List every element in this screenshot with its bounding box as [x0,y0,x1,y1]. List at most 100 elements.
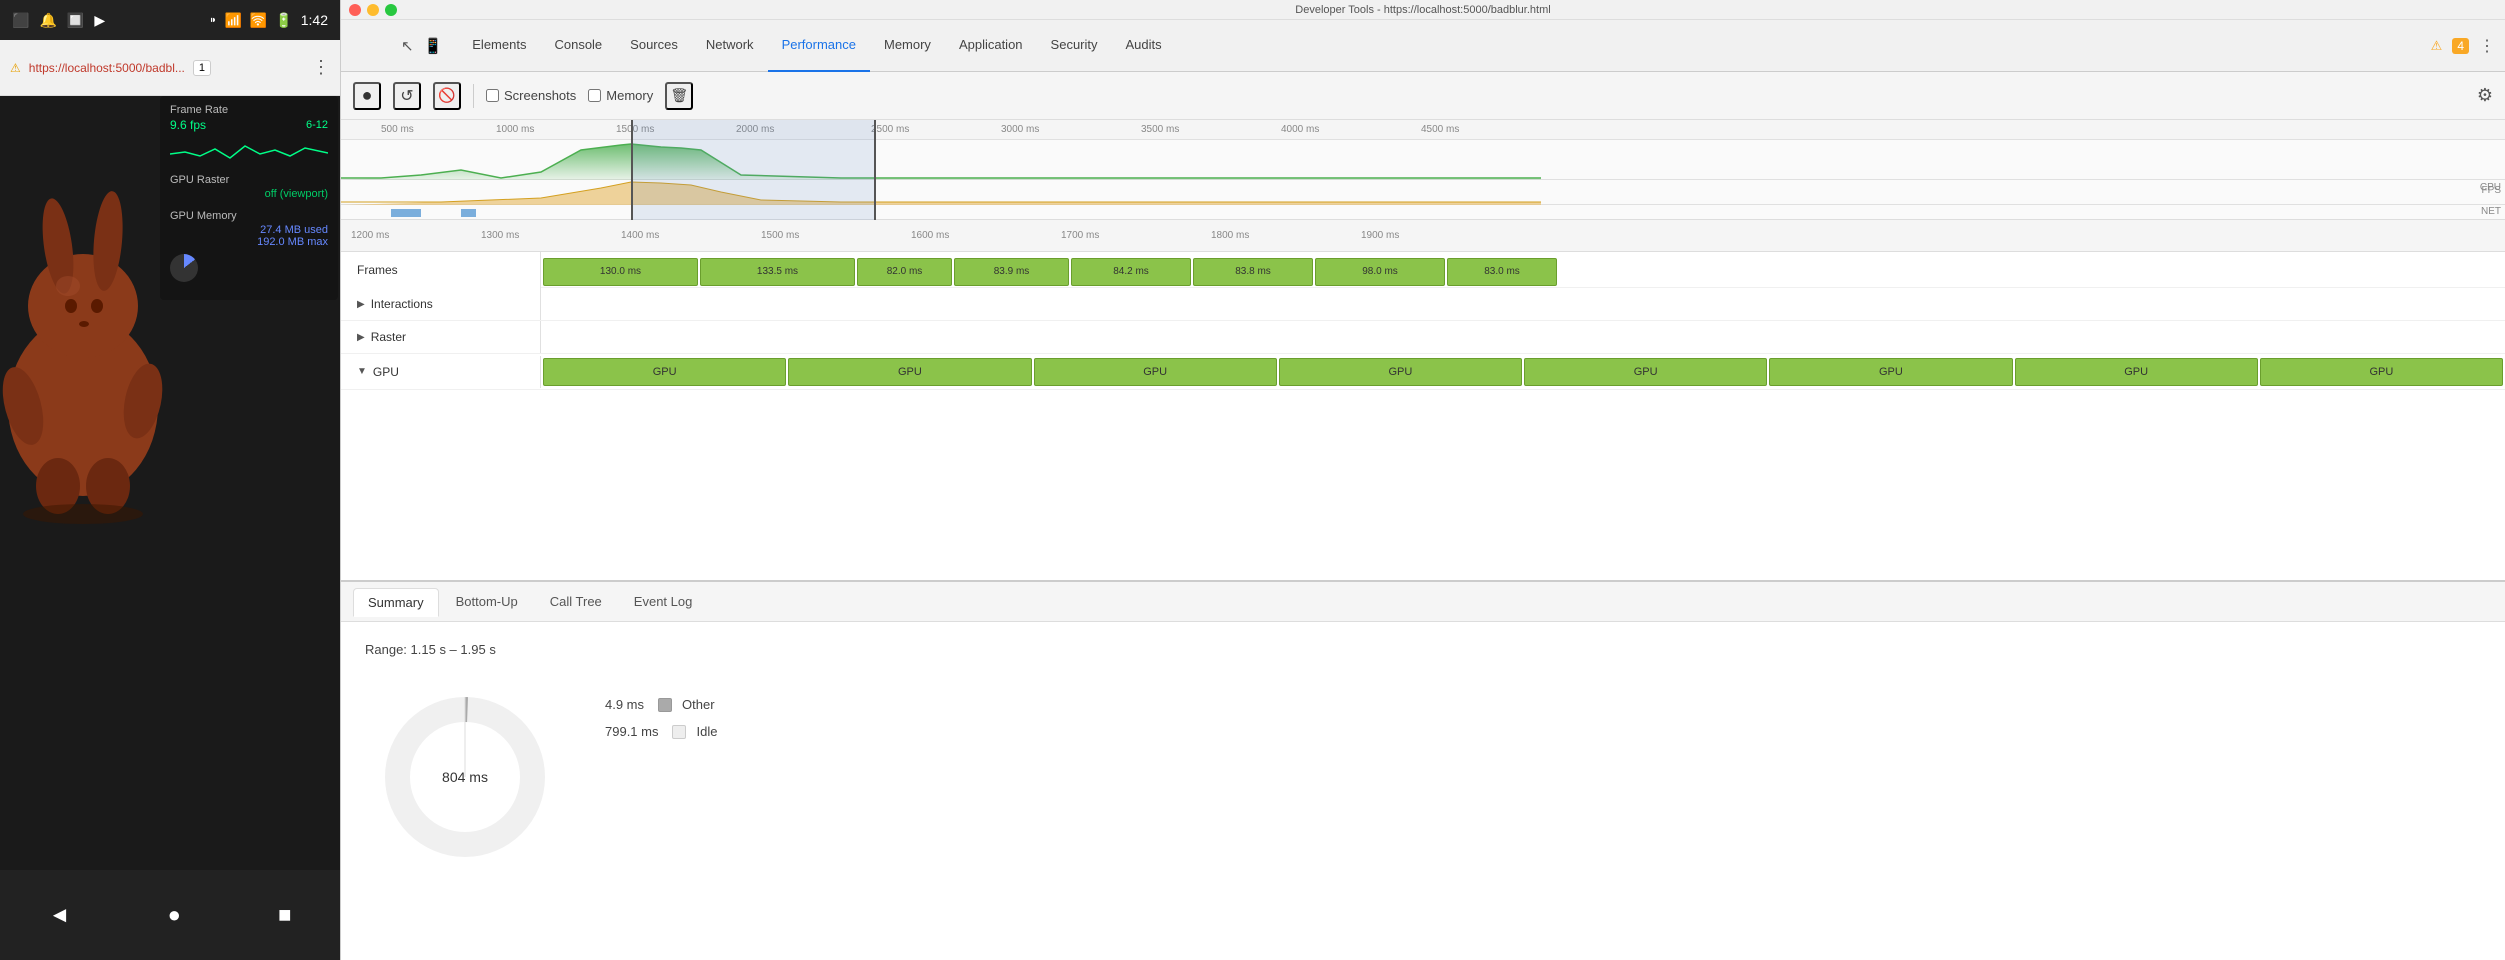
tick-3500: 3500 ms [1141,124,1179,135]
gpu-block-3[interactable]: GPU [1279,358,1522,386]
gpu-mem-used: 27.4 MB used [170,224,328,236]
interactions-toggle[interactable]: ▶ [357,299,365,310]
range-text: Range: 1.15 s – 1.95 s [365,642,2481,657]
tab-summary[interactable]: Summary [353,588,439,617]
tab-sources[interactable]: Sources [616,20,692,72]
gpu-raster-section: GPU Raster off (viewport) [170,174,328,200]
gpu-block-0[interactable]: GPU [543,358,786,386]
tick-3000: 3000 ms [1001,124,1039,135]
devtools-nav: ↖ 📱 Elements Console Sources Network Per… [341,20,2505,72]
toolbar-divider-1 [473,84,474,108]
tab-bottom-up[interactable]: Bottom-Up [441,587,533,616]
fps-graph [170,134,328,164]
gpu-block-2[interactable]: GPU [1034,358,1277,386]
frame-3[interactable]: 83.9 ms [954,258,1069,286]
gpu-block-7[interactable]: GPU [2260,358,2503,386]
frame-6[interactable]: 98.0 ms [1315,258,1445,286]
other-color [658,698,672,712]
gpu-block-6[interactable]: GPU [2015,358,2258,386]
toolbar-right: ⚙ [2477,85,2493,106]
gpu-mem-max: 192.0 MB max [170,236,328,248]
dtick-1900: 1900 ms [1361,230,1399,241]
frame-0[interactable]: 130.0 ms [543,258,698,286]
frame-rate-section: Frame Rate 9.6 fps 6-12 [170,104,328,164]
maximize-button[interactable] [385,4,397,16]
dtick-1500: 1500 ms [761,230,799,241]
os-top-bar: ⬛ 🔔 🔲 ▶ ⁍ 📶 🛜 🔋 1:42 [0,0,340,40]
record-button[interactable]: ● [353,82,381,110]
cpu-label: CPU [2480,182,2501,193]
trash-button[interactable]: 🗑 [665,82,693,110]
reload-button[interactable]: ↺ [393,82,421,110]
close-button[interactable] [349,4,361,16]
pie-center-label: 804 ms [442,769,488,785]
gear-icon[interactable]: ⚙ [2477,85,2493,105]
bottom-panel: Summary Bottom-Up Call Tree Event Log Ra… [341,580,2505,960]
tick-500: 500 ms [381,124,414,135]
gpu-block-5[interactable]: GPU [1769,358,2012,386]
tab-count[interactable]: 1 [193,60,211,76]
menu-button[interactable]: ⋮ [312,57,330,78]
frame-1[interactable]: 133.5 ms [700,258,855,286]
wifi-icon: 🛜 [250,12,267,29]
frame-rate-label: Frame Rate [170,104,328,116]
minimize-button[interactable] [367,4,379,16]
overview[interactable]: 500 ms 1000 ms 1500 ms 2000 ms 2500 ms 3… [341,120,2505,220]
traffic-lights [341,0,405,20]
gpu-memory-section: GPU Memory 27.4 MB used 192.0 MB max [170,210,328,282]
tab-network[interactable]: Network [692,20,768,72]
gpu-raster-status: off (viewport) [170,188,328,200]
tick-2500: 2500 ms [871,124,909,135]
tab-performance[interactable]: Performance [768,20,870,72]
frame-2[interactable]: 82.0 ms [857,258,952,286]
gpu-block-4[interactable]: GPU [1524,358,1767,386]
gpu-block-1[interactable]: GPU [788,358,1031,386]
phone-nav-bar: ◄ ● ■ [0,870,340,960]
timeline-area: 500 ms 1000 ms 1500 ms 2000 ms 2500 ms 3… [341,120,2505,960]
frames-content: 130.0 ms 133.5 ms 82.0 ms 83.9 ms 84.2 m… [541,252,2505,288]
tab-audits[interactable]: Audits [1112,20,1176,72]
url-text[interactable]: https://localhost:5000/badbl... [29,61,185,75]
frame-7[interactable]: 83.0 ms [1447,258,1557,286]
device-icon[interactable]: 📱 [424,37,443,55]
tab-elements[interactable]: Elements [458,20,540,72]
frames-label: Frames [341,252,541,288]
gpu-row: ▼ GPU GPU GPU GPU GPU GPU GPU GPU GPU [341,354,2505,390]
settings-icon-nav[interactable]: ⋮ [2479,36,2495,56]
cursor-icon[interactable]: ↖ [401,37,414,55]
legend-idle: 799.1 ms Idle [605,724,717,739]
frame-4[interactable]: 84.2 ms [1071,258,1191,286]
signal-icon: 📶 [224,12,241,29]
tab-application[interactable]: Application [945,20,1037,72]
devtools-title-bar: Developer Tools - https://localhost:5000… [341,0,2505,20]
idle-color [672,725,686,739]
clock: 1:42 [301,12,328,28]
devtools-toolbar: ● ↺ 🚫 Screenshots Memory 🗑 ⚙ [341,72,2505,120]
frame-5[interactable]: 83.8 ms [1193,258,1313,286]
other-label: Other [682,697,715,712]
selection-overlay [631,120,876,220]
net-label: NET [2481,206,2501,217]
memory-checkbox[interactable]: Memory [588,88,653,103]
clear-button[interactable]: 🚫 [433,82,461,110]
tab-call-tree[interactable]: Call Tree [535,587,617,616]
screenshots-checkbox[interactable]: Screenshots [486,88,576,103]
home-button[interactable]: ● [168,902,181,928]
tab-security[interactable]: Security [1037,20,1112,72]
back-button[interactable]: ◄ [49,902,71,928]
tick-4500: 4500 ms [1421,124,1459,135]
dtick-1600: 1600 ms [911,230,949,241]
gpu-toggle[interactable]: ▼ [357,366,367,377]
frames-row: Frames 130.0 ms 133.5 ms 82.0 ms 83.9 ms… [341,252,2505,288]
recents-button[interactable]: ■ [278,902,291,928]
nav-icons: ↖ 📱 [401,37,442,55]
details-ruler: 1200 ms 1300 ms 1400 ms 1500 ms 1600 ms … [341,220,2505,252]
tab-console[interactable]: Console [540,20,616,72]
tab-memory[interactable]: Memory [870,20,945,72]
raster-toggle[interactable]: ▶ [357,332,365,343]
perf-overlay: Frame Rate 9.6 fps 6-12 GPU Raster off (… [160,96,338,300]
tab-event-log[interactable]: Event Log [619,587,708,616]
warning-icon: ⚠ [10,61,21,75]
phone-panel: ⬛ 🔔 🔲 ▶ ⁍ 📶 🛜 🔋 1:42 ⚠ https://localhost… [0,0,340,960]
tracks-area: Frames 130.0 ms 133.5 ms 82.0 ms 83.9 ms… [341,252,2505,580]
